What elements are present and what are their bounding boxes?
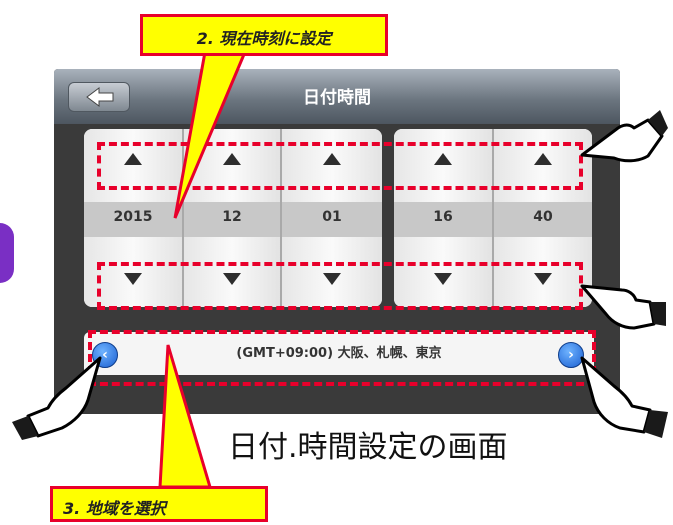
callout-text: 2. 現在時刻に設定: [196, 29, 332, 48]
pointing-hand-icon: [580, 110, 668, 163]
pointing-hand-icon: [12, 356, 102, 440]
callout-select-region: 3. 地域を選択: [50, 486, 268, 522]
pointing-hand-icon: [580, 284, 666, 330]
callout-text: 3. 地域を選択: [63, 499, 166, 518]
pointing-hand-icon: [580, 356, 668, 438]
callout-set-current-time: 2. 現在時刻に設定: [140, 14, 388, 56]
screen-caption: 日付.時間設定の画面: [228, 430, 508, 465]
